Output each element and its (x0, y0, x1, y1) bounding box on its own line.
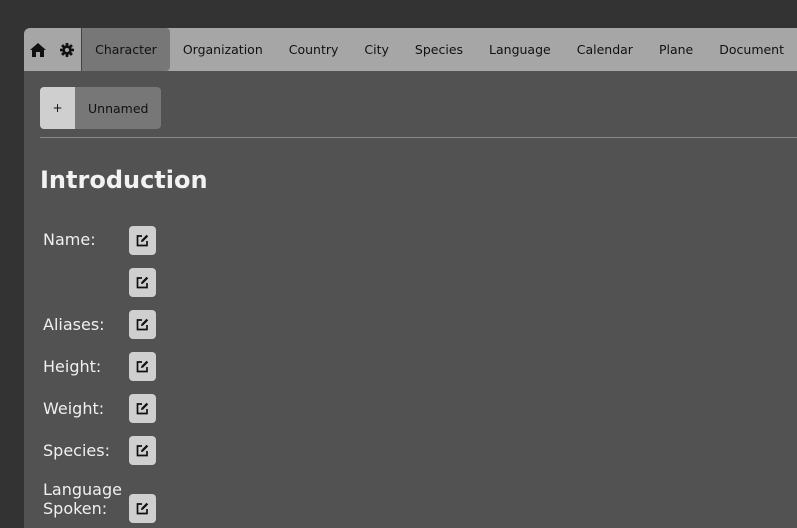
edit-aliases-button[interactable] (129, 310, 156, 339)
field-label-aliases: Aliases: (43, 315, 105, 334)
tab-organization[interactable]: Organization (170, 28, 276, 71)
field-label-height: Height: (43, 357, 102, 376)
edit-icon (136, 444, 149, 457)
home-icon (30, 42, 47, 57)
app-window: Character Organization Country City Spec… (24, 28, 797, 528)
tab-document[interactable]: Document (706, 28, 797, 71)
edit-height-button[interactable] (129, 352, 156, 381)
edit-icon (136, 360, 149, 373)
section-title: Introduction (40, 166, 208, 194)
tab-species[interactable]: Species (402, 28, 476, 71)
tab-country[interactable]: Country (276, 28, 352, 71)
top-nav: Character Organization Country City Spec… (24, 28, 797, 71)
edit-species-button[interactable] (129, 436, 156, 465)
edit-icon (136, 276, 149, 289)
tab-calendar[interactable]: Calendar (564, 28, 646, 71)
tab-language[interactable]: Language (476, 28, 564, 71)
field-label-species: Species: (43, 441, 110, 460)
field-label-weight: Weight: (43, 399, 105, 418)
edit-icon (136, 502, 149, 515)
edit-icon (136, 402, 149, 415)
add-entity-button[interactable]: + (40, 87, 75, 129)
field-label-language-spoken: Language Spoken: (43, 480, 122, 518)
edit-language-spoken-button[interactable] (129, 494, 156, 523)
tab-city[interactable]: City (351, 28, 402, 71)
tab-plane[interactable]: Plane (646, 28, 706, 71)
edit-field-button[interactable] (129, 268, 156, 297)
entity-tabs: + Unnamed (40, 87, 162, 129)
field-label-name: Name: (43, 230, 96, 249)
home-button[interactable] (24, 28, 53, 71)
edit-name-button[interactable] (129, 226, 156, 255)
settings-button[interactable] (53, 28, 82, 71)
section-divider (40, 137, 797, 138)
gear-icon (60, 42, 75, 57)
tab-character[interactable]: Character (82, 28, 170, 71)
edit-weight-button[interactable] (129, 394, 156, 423)
edit-icon (136, 318, 149, 331)
edit-icon (136, 234, 149, 247)
entity-tab-unnamed[interactable]: Unnamed (75, 87, 162, 129)
